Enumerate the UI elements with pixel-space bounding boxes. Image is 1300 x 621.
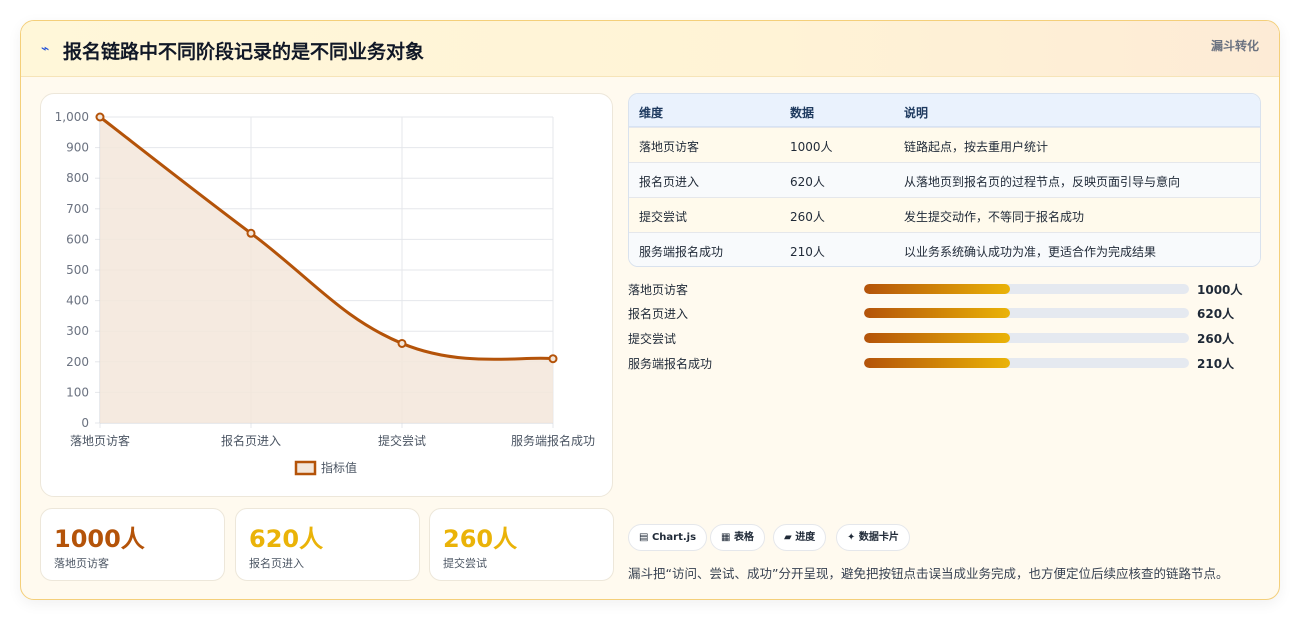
card-tag: 漏斗转化 bbox=[1210, 39, 1259, 53]
progress-track bbox=[864, 284, 1189, 294]
table-cell: 落地页访客 bbox=[639, 140, 700, 154]
y-tick-label: 200 bbox=[66, 355, 89, 369]
line-chart: 0 100 200 300 400 500 600 700 800 900 1,000 落地页访客 报名… bbox=[55, 110, 595, 476]
y-tick-label: 700 bbox=[66, 202, 89, 216]
table-row: 报名页进入 620人 从落地页到报名页的过程节点，反映页面引导与意向 bbox=[629, 162, 1260, 197]
x-tick-label: 落地页访客 bbox=[70, 433, 130, 448]
y-tick-label: 600 bbox=[66, 232, 89, 246]
x-tick-label: 报名页进入 bbox=[221, 433, 281, 448]
data-point bbox=[95, 112, 105, 122]
y-tick-label: 900 bbox=[66, 141, 89, 155]
progress-row: 落地页访客 1000人 bbox=[628, 279, 1261, 299]
stat-card-visitors: 1000人 落地页访客 bbox=[40, 508, 225, 581]
progress-track bbox=[864, 333, 1189, 343]
funnel-table: 维度 数据 说明 落地页访客 1000人 链路起点，按去重用户统计 报名页进入 … bbox=[628, 93, 1261, 267]
table-cell: 210人 bbox=[790, 245, 825, 259]
data-point bbox=[397, 338, 407, 348]
stat-label: 报名页进入 bbox=[249, 557, 304, 570]
progress-label: 提交尝试 bbox=[628, 332, 677, 346]
funnel-card: ⌁ 报名链路中不同阶段记录的是不同业务对象 漏斗转化 0 100 200 300 400… bbox=[20, 20, 1280, 600]
progress-value: 620人 bbox=[1197, 307, 1235, 321]
progress-track bbox=[864, 308, 1189, 318]
y-tick-label: 0 bbox=[81, 416, 89, 430]
stat-card-entry: 620人 报名页进入 bbox=[235, 508, 420, 581]
table-header-row: 维度 数据 说明 bbox=[629, 94, 1260, 127]
progress-track bbox=[864, 358, 1189, 368]
table-cell: 1000人 bbox=[790, 140, 833, 154]
progress-row: 报名页进入 620人 bbox=[628, 303, 1261, 323]
table-cell: 链路起点，按去重用户统计 bbox=[904, 140, 1049, 154]
progress-fill bbox=[864, 358, 1011, 368]
progress-label: 报名页进入 bbox=[628, 307, 689, 321]
y-tick-label: 800 bbox=[66, 171, 89, 185]
y-tick-label: 100 bbox=[66, 385, 89, 399]
data-point bbox=[548, 354, 558, 364]
card-header: ⌁ 报名链路中不同阶段记录的是不同业务对象 漏斗转化 bbox=[21, 21, 1279, 77]
stat-label: 落地页访客 bbox=[54, 557, 109, 570]
chip-label: 进度 bbox=[795, 532, 816, 543]
progress-label: 落地页访客 bbox=[628, 283, 689, 297]
progress-value: 210人 bbox=[1197, 357, 1235, 371]
y-tick-label: 300 bbox=[66, 324, 89, 338]
chip-table[interactable]: ▦ 表格 bbox=[710, 524, 765, 551]
table-row: 落地页访客 1000人 链路起点，按去重用户统计 bbox=[629, 127, 1260, 162]
card-title: 报名链路中不同阶段记录的是不同业务对象 bbox=[63, 41, 425, 63]
chip-label: 表格 bbox=[733, 532, 754, 543]
table-cell: 620人 bbox=[790, 175, 825, 189]
footnote: 漏斗把“访问、尝试、成功”分开呈现，避免把按钮点击误当成业务完成，也方便定位后续… bbox=[628, 566, 1229, 581]
chip-progress[interactable]: ▰ 进度 bbox=[773, 524, 827, 551]
y-tick-label: 400 bbox=[66, 294, 89, 308]
table-row: 提交尝试 260人 发生提交动作，不等同于报名成功 bbox=[629, 197, 1260, 232]
table-cell: 从落地页到报名页的过程节点，反映页面引导与意向 bbox=[904, 175, 1181, 189]
chip-label: 数据卡片 bbox=[858, 532, 899, 543]
chip-chartjs[interactable]: ▤ Chart.js bbox=[628, 524, 708, 551]
table-header-note: 说明 bbox=[904, 106, 929, 120]
table-cell: 报名页进入 bbox=[639, 175, 700, 189]
table-icon: ▦ bbox=[721, 532, 731, 543]
progress-value: 260人 bbox=[1197, 332, 1235, 346]
progress-label: 服务端报名成功 bbox=[628, 357, 713, 371]
table-row: 服务端报名成功 210人 以业务系统确认成功为准，更适合作为完成结果 bbox=[629, 232, 1260, 266]
progress-fill bbox=[864, 333, 1011, 343]
progress-fill bbox=[864, 284, 1011, 294]
chip-label: Chart.js bbox=[651, 532, 697, 543]
table-cell: 260人 bbox=[790, 210, 825, 224]
stat-value: 1000人 bbox=[54, 525, 145, 553]
data-point bbox=[246, 228, 256, 238]
progress-row: 提交尝试 260人 bbox=[628, 328, 1261, 348]
progress-value: 1000人 bbox=[1197, 283, 1243, 297]
legend-label: 指标值 bbox=[321, 460, 357, 475]
stat-card-submit: 260人 提交尝试 bbox=[429, 508, 614, 581]
stat-value: 260人 bbox=[443, 525, 518, 553]
y-tick-label: 1,000 bbox=[55, 110, 89, 124]
chart-panel: 0 100 200 300 400 500 600 700 800 900 1,000 落地页访客 报名… bbox=[40, 93, 613, 497]
x-tick-label: 服务端报名成功 bbox=[511, 433, 595, 448]
lightning-icon: ⌁ bbox=[41, 41, 50, 57]
legend-swatch bbox=[294, 460, 317, 476]
progress-row: 服务端报名成功 210人 bbox=[628, 353, 1261, 373]
table-cell: 提交尝试 bbox=[639, 210, 688, 224]
stat-label: 提交尝试 bbox=[443, 557, 487, 570]
table-cell: 发生提交动作，不等同于报名成功 bbox=[904, 210, 1085, 224]
table-cell: 以业务系统确认成功为准，更适合作为完成结果 bbox=[904, 245, 1157, 259]
progress-fill bbox=[864, 308, 1011, 318]
sparkle-icon: ✦ bbox=[847, 532, 856, 543]
chart-icon: ▤ bbox=[639, 532, 649, 543]
y-tick-label: 500 bbox=[66, 263, 89, 277]
x-tick-label: 提交尝试 bbox=[378, 433, 426, 448]
stat-value: 620人 bbox=[249, 525, 324, 553]
table-header-data: 数据 bbox=[790, 106, 815, 120]
table-header-dimension: 维度 bbox=[639, 106, 664, 120]
table-cell: 服务端报名成功 bbox=[639, 245, 724, 259]
chip-data-card[interactable]: ✦ 数据卡片 bbox=[836, 524, 910, 551]
progress-icon: ▰ bbox=[784, 532, 792, 543]
